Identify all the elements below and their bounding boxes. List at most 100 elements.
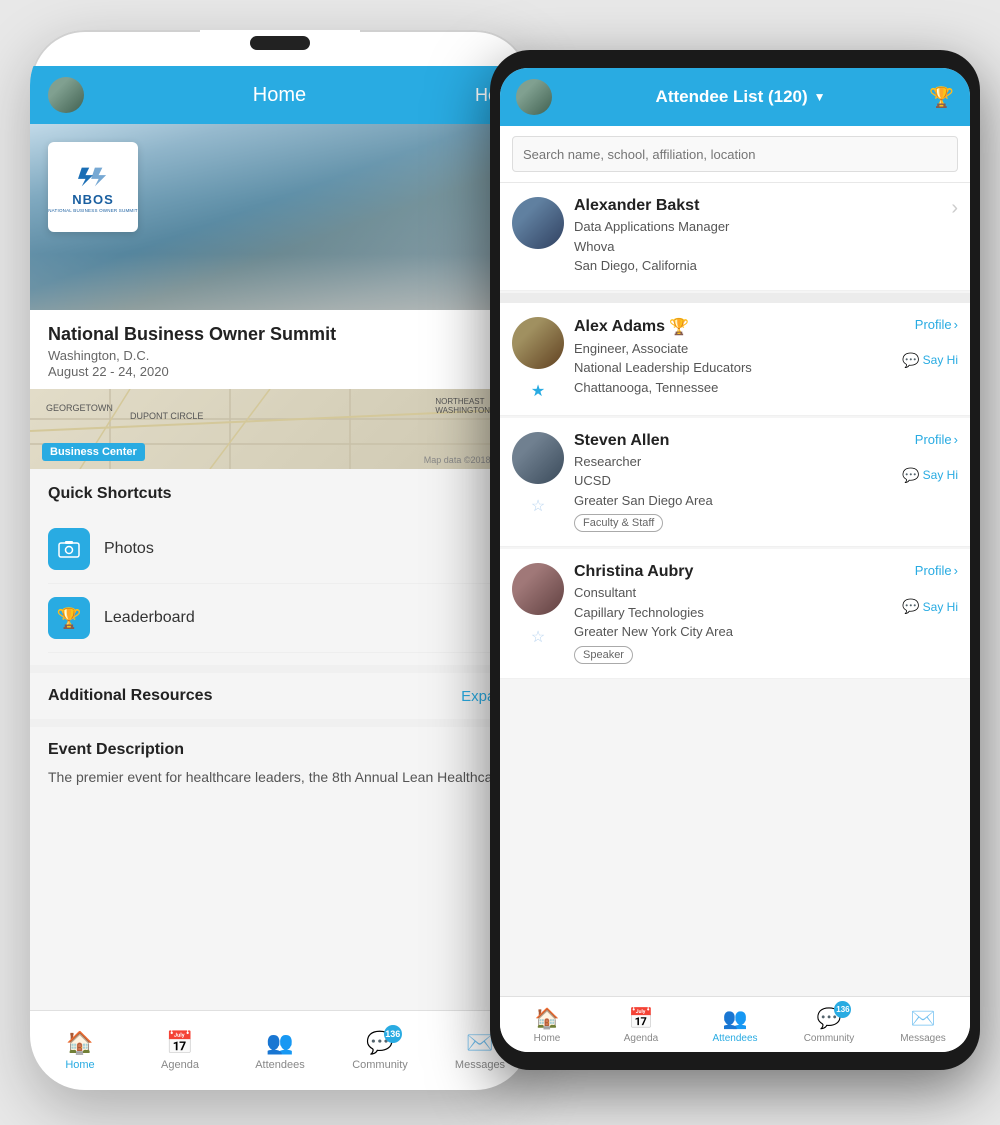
p2-messages-icon: ✉️ (911, 1006, 936, 1031)
p2-bottom-nav: 🏠 Home 📅 Agenda 👥 Attendees 💬 136 Co (500, 996, 970, 1052)
p1-hero-banner: NBOS NATIONAL BUSINESS OWNER SUMMIT (30, 124, 530, 310)
android-device: Attendee List (120) ▼ 🏆 Alexander Bakst … (490, 50, 980, 1070)
p1-nav-agenda[interactable]: 📅 Agenda (130, 1011, 230, 1090)
attendee-row-alex: ★ Alex Adams 🏆 Engineer, Associate Natio… (500, 303, 970, 416)
christina-sayhi-button[interactable]: 💬 Say Hi (902, 598, 958, 615)
p1-event-description: Event Description The premier event for … (30, 727, 530, 788)
p2-agenda-icon: 📅 (629, 1006, 654, 1031)
p1-photos-icon (48, 528, 90, 570)
p1-community-badge-container: 💬 136 (366, 1030, 393, 1056)
p2-nav-messages[interactable]: ✉️ Messages (876, 997, 970, 1052)
p1-nav-home[interactable]: 🏠 Home (30, 1011, 130, 1090)
alexander-location: San Diego, California (574, 256, 941, 276)
steven-star-icon[interactable]: ☆ (531, 496, 545, 516)
p1-divider-1 (30, 665, 530, 673)
alex-star-icon[interactable]: ★ (531, 381, 545, 401)
p2-user-avatar[interactable] (516, 79, 552, 115)
p1-nav-messages-label: Messages (455, 1059, 505, 1071)
p2-home-icon: 🏠 (535, 1006, 560, 1031)
alex-left: ★ (512, 317, 564, 401)
alex-role: Engineer, Associate (574, 339, 892, 359)
p1-map[interactable]: GEORGETOWN DUPONT CIRCLE NORTHEASTWASHIN… (30, 389, 530, 469)
steven-profile-button[interactable]: Profile › (915, 432, 958, 447)
christina-profile-button[interactable]: Profile › (915, 563, 958, 578)
p1-header: Home Help (30, 66, 530, 124)
sayhi-icon-3: 💬 (902, 598, 919, 615)
p2-header: Attendee List (120) ▼ 🏆 (500, 68, 970, 126)
p2-nav-attendees[interactable]: 👥 Attendees (688, 997, 782, 1052)
p1-additional-resources: Additional Resources Expand (30, 673, 530, 719)
christina-name: Christina Aubry (574, 563, 892, 581)
steven-sayhi-button[interactable]: 💬 Say Hi (902, 467, 958, 484)
p1-map-location-label: Business Center (42, 443, 145, 461)
p1-community-badge: 136 (384, 1025, 402, 1043)
agenda-icon: 📅 (166, 1030, 193, 1056)
p1-description-text: The premier event for healthcare leaders… (48, 767, 512, 788)
alexander-info: Alexander Bakst Data Applications Manage… (574, 197, 941, 276)
p2-trophy-icon[interactable]: 🏆 (929, 85, 954, 110)
p1-leaderboard-icon: 🏆 (48, 597, 90, 639)
iphone-screen: Home Help NBOS NATIONAL BUSINESS OWNER S… (30, 66, 530, 1090)
alexander-arrow: › (951, 197, 958, 220)
p1-photos-shortcut[interactable]: Photos › (48, 515, 512, 584)
christina-info: Christina Aubry Consultant Capillary Tec… (574, 563, 892, 664)
steven-info: Steven Allen Researcher UCSD Greater San… (574, 432, 892, 533)
p2-nav-home[interactable]: 🏠 Home (500, 997, 594, 1052)
p1-map-inner: GEORGETOWN DUPONT CIRCLE NORTHEASTWASHIN… (30, 389, 530, 469)
alex-sayhi-button[interactable]: 💬 Say Hi (902, 352, 958, 369)
p1-header-title: Home (253, 84, 306, 107)
p1-event-info: National Business Owner Summit Washingto… (30, 310, 530, 469)
christina-role: Consultant (574, 583, 892, 603)
p1-logo-overlay: NBOS NATIONAL BUSINESS OWNER SUMMIT (48, 142, 138, 232)
photos-icon-svg (58, 540, 80, 558)
p1-leaderboard-shortcut[interactable]: 🏆 Leaderboard › (48, 584, 512, 653)
p1-shortcuts-title: Quick Shortcuts (48, 485, 512, 503)
p1-divider-2 (30, 719, 530, 727)
alexander-actions: › (951, 197, 958, 220)
p1-event-location: Washington, D.C. (48, 348, 512, 363)
nbos-logo: NBOS NATIONAL BUSINESS OWNER SUMMIT (48, 162, 138, 213)
p1-user-avatar[interactable] (48, 77, 84, 113)
p2-search-container (500, 126, 970, 183)
dropdown-icon[interactable]: ▼ (814, 90, 826, 104)
steven-avatar (512, 432, 564, 484)
p1-nav-attendees[interactable]: 👥 Attendees (230, 1011, 330, 1090)
p1-shortcuts-section: Quick Shortcuts Photos › 🏆 (30, 469, 530, 653)
attendee-row-alexander: Alexander Bakst Data Applications Manage… (500, 183, 970, 291)
nbos-text: NBOS (72, 192, 114, 207)
p2-search-input[interactable] (512, 136, 958, 172)
alex-location: Chattanooga, Tennessee (574, 378, 892, 398)
christina-avatar (512, 563, 564, 615)
attendee-row-steven: ☆ Steven Allen Researcher UCSD Greater S… (500, 418, 970, 548)
alex-trophy-emoji: 🏆 (669, 317, 689, 337)
p2-nav-community[interactable]: 💬 136 Community (782, 997, 876, 1052)
p2-nav-community-label: Community (804, 1033, 855, 1044)
p1-map-northeast-label: NORTHEASTWASHINGTON (435, 397, 490, 415)
home-icon: 🏠 (66, 1030, 93, 1056)
p2-nav-home-label: Home (534, 1033, 561, 1044)
alex-profile-button[interactable]: Profile › (915, 317, 958, 332)
alex-name: Alex Adams 🏆 (574, 317, 892, 337)
steven-tag: Faculty & Staff (574, 514, 663, 532)
alex-actions: Profile › 💬 Say Hi (902, 317, 958, 369)
p2-nav-agenda[interactable]: 📅 Agenda (594, 997, 688, 1052)
p1-nav-community[interactable]: 💬 136 Community (330, 1011, 430, 1090)
sayhi-icon-2: 💬 (902, 467, 919, 484)
alex-info: Alex Adams 🏆 Engineer, Associate Nationa… (574, 317, 892, 398)
christina-left: ☆ (512, 563, 564, 647)
alex-company: National Leadership Educators (574, 358, 892, 378)
p2-community-badge: 136 (834, 1001, 851, 1018)
alexander-role: Data Applications Manager (574, 217, 941, 237)
christina-star-icon[interactable]: ☆ (531, 627, 545, 647)
p1-event-date: August 22 - 24, 2020 (48, 364, 512, 379)
p2-attendee-list-title: Attendee List (120) (656, 87, 808, 107)
christina-location: Greater New York City Area (574, 622, 892, 642)
p1-map-georgetown-label: GEORGETOWN (46, 403, 113, 413)
attendee-row-christina: ☆ Christina Aubry Consultant Capillary T… (500, 549, 970, 679)
trophy-icon: 🏆 (57, 606, 82, 631)
christina-tag: Speaker (574, 646, 633, 664)
alex-avatar (512, 317, 564, 369)
steven-location: Greater San Diego Area (574, 491, 892, 511)
sayhi-icon: 💬 (902, 352, 919, 369)
p1-description-title: Event Description (48, 741, 512, 759)
